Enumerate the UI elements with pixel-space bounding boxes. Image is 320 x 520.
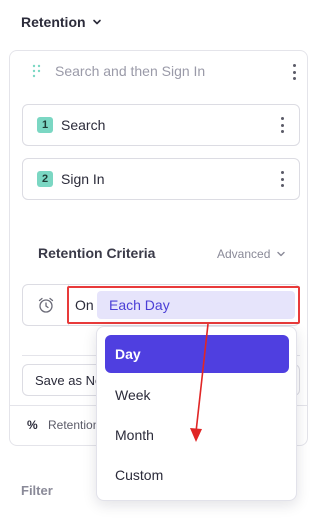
funnel-selector[interactable]: Search and then Sign In — [22, 61, 302, 81]
step-card-search[interactable]: 1 Search — [22, 104, 300, 146]
step-number-badge: 1 — [37, 117, 53, 133]
step-label: Sign In — [61, 171, 105, 187]
funnel-label: Search and then Sign In — [55, 63, 206, 79]
report-type-title: Retention — [21, 14, 86, 30]
retention-criteria-title: Retention Criteria — [38, 245, 156, 261]
funnel-dots-icon — [32, 64, 41, 78]
alarm-clock-icon — [38, 297, 53, 313]
advanced-toggle[interactable]: Advanced — [217, 247, 286, 261]
dropdown-option-custom[interactable]: Custom — [105, 456, 289, 494]
funnel-more-icon[interactable] — [291, 64, 297, 80]
chevron-down-icon — [92, 19, 101, 25]
step-card-sign-in[interactable]: 2 Sign In — [22, 158, 300, 200]
measure-label[interactable]: Retention — [48, 418, 99, 432]
report-type-selector[interactable]: Retention — [21, 14, 102, 30]
advanced-label: Advanced — [217, 247, 271, 261]
alarm-clock-button[interactable] — [23, 285, 69, 325]
step-label: Search — [61, 117, 106, 133]
annotation-highlight-box — [67, 286, 300, 324]
dropdown-option-week[interactable]: Week — [105, 376, 289, 414]
dropdown-option-day[interactable]: Day — [105, 335, 289, 373]
step-number-badge: 2 — [37, 171, 53, 187]
dropdown-option-month[interactable]: Month — [105, 416, 289, 454]
retention-screen: Retention Search and then Sign In 1 Sear… — [0, 0, 308, 520]
chevron-down-icon — [277, 251, 286, 257]
filter-section-label: Filter — [21, 483, 53, 498]
percent-icon: % — [27, 418, 38, 432]
step-more-icon[interactable] — [279, 171, 285, 187]
frequency-dropdown-menu: Day Week Month Custom — [96, 326, 297, 501]
step-more-icon[interactable] — [279, 117, 285, 133]
